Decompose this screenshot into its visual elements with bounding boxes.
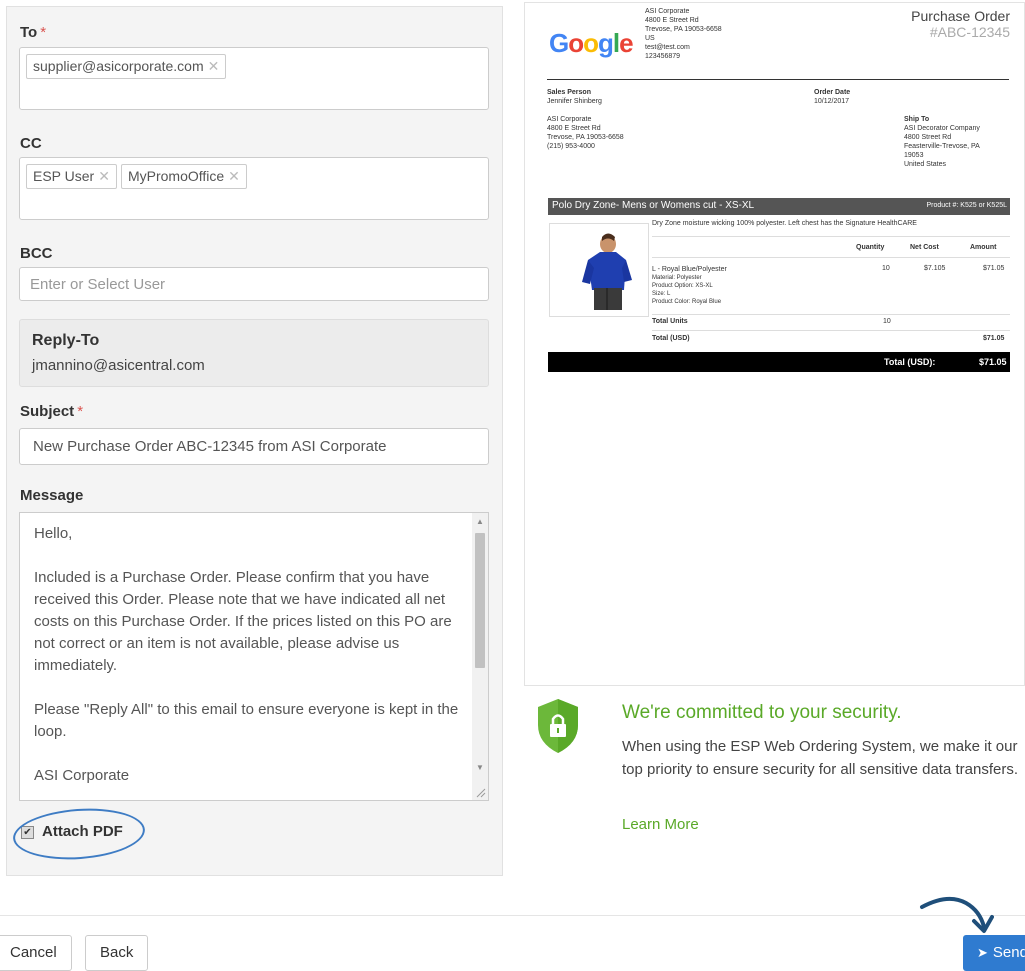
footer-divider bbox=[0, 915, 1025, 916]
po-number: #ABC-12345 bbox=[929, 24, 1010, 40]
to-recipient-tag[interactable]: supplier@asicorporate.com ✕ bbox=[26, 54, 227, 79]
col-quantity: Quantity bbox=[856, 244, 885, 251]
cc-recipient-tag[interactable]: ESP User ✕ bbox=[26, 164, 117, 189]
cc-label: CC bbox=[20, 135, 42, 152]
bill-from-address: ASI Corporate 4800 E Street Rd Trevose, … bbox=[547, 116, 624, 150]
product-photo bbox=[549, 223, 649, 317]
cc-input[interactable]: ESP User ✕ MyPromoOffice ✕ bbox=[19, 157, 489, 220]
line-item: L - Royal Blue/Polyester Material: Polye… bbox=[652, 266, 727, 305]
grand-total-value: $71.05 bbox=[979, 357, 1007, 367]
divider bbox=[652, 330, 1010, 331]
grand-total-bar: Total (USD): $71.05 bbox=[548, 352, 1010, 372]
cc-recipient-tag[interactable]: MyPromoOffice ✕ bbox=[120, 164, 247, 189]
to-label: To * bbox=[20, 24, 47, 41]
total-usd-label: Total (USD) bbox=[652, 335, 690, 342]
col-amount: Amount bbox=[970, 244, 997, 251]
resize-grip-icon[interactable] bbox=[474, 786, 486, 798]
polo-shirt-image bbox=[550, 224, 648, 316]
ship-to-address: Ship To ASI Decorator Company 4800 Stree… bbox=[904, 116, 980, 168]
message-scrollbar[interactable]: ▲ ▼ bbox=[472, 513, 488, 800]
item-net-cost: $7.105 bbox=[924, 265, 946, 272]
product-description: Dry Zone moisture wicking 100% polyester… bbox=[652, 220, 917, 227]
po-title: Purchase Order bbox=[911, 8, 1010, 24]
po-heading: Purchase Order #ABC-12345 bbox=[911, 8, 1010, 40]
item-amount: $71.05 bbox=[983, 265, 1005, 272]
message-textarea[interactable]: Hello, Included is a Purchase Order. Ple… bbox=[19, 512, 489, 801]
scroll-up-icon[interactable]: ▲ bbox=[476, 517, 484, 527]
required-marker: * bbox=[40, 24, 47, 41]
purchase-order-preview: Google ASI Corporate 4800 E Street Rd Tr… bbox=[524, 2, 1025, 686]
bcc-label: BCC bbox=[20, 245, 53, 262]
company-address: ASI Corporate 4800 E Street Rd Trevose, … bbox=[645, 8, 722, 60]
divider bbox=[652, 236, 1010, 237]
total-units-label: Total Units bbox=[652, 318, 688, 325]
order-date-block: Order Date 10/12/2017 bbox=[814, 89, 851, 105]
reply-to-value: jmannino@asicentral.com bbox=[32, 357, 205, 374]
item-quantity: 10 bbox=[882, 265, 890, 272]
bcc-placeholder: Enter or Select User bbox=[30, 276, 166, 293]
learn-more-link[interactable]: Learn More bbox=[622, 816, 699, 833]
product-header-bar: Polo Dry Zone- Mens or Womens cut - XS-X… bbox=[548, 198, 1010, 215]
divider bbox=[547, 79, 1009, 80]
remove-tag-icon[interactable]: ✕ bbox=[208, 58, 220, 74]
security-shield-icon bbox=[538, 699, 578, 753]
message-body: Hello, Included is a Purchase Order. Ple… bbox=[34, 523, 464, 800]
email-form-panel: To * supplier@asicorporate.com ✕ CC ESP Us… bbox=[6, 6, 503, 876]
message-paragraph: ASI Corporate bbox=[34, 767, 130, 784]
to-input[interactable]: supplier@asicorporate.com ✕ bbox=[19, 47, 489, 110]
scroll-down-icon[interactable]: ▼ bbox=[476, 763, 484, 773]
divider bbox=[652, 257, 1010, 258]
security-text: When using the ESP Web Ordering System, … bbox=[622, 738, 1019, 778]
product-title: Polo Dry Zone- Mens or Womens cut - XS-X… bbox=[552, 200, 755, 211]
scrollbar-thumb[interactable] bbox=[475, 533, 485, 668]
send-label: Send bbox=[992, 944, 1025, 961]
company-logo: Google bbox=[549, 28, 634, 58]
security-title: We're committed to your security. bbox=[622, 702, 902, 723]
total-usd-value: $71.05 bbox=[983, 335, 1005, 342]
subject-value: New Purchase Order ABC-12345 from ASI Co… bbox=[33, 438, 387, 455]
annotation-circle bbox=[11, 804, 147, 864]
required-marker: * bbox=[77, 403, 84, 420]
remove-tag-icon[interactable]: ✕ bbox=[228, 168, 240, 184]
send-paper-plane-icon: ➤ bbox=[977, 945, 988, 960]
reply-to-box: Reply-To jmannino@asicentral.com bbox=[19, 319, 489, 387]
subject-input[interactable]: New Purchase Order ABC-12345 from ASI Co… bbox=[19, 428, 489, 465]
message-label: Message bbox=[20, 487, 84, 504]
sales-person-block: Sales Person Jennifer Shinberg bbox=[547, 89, 602, 105]
message-paragraph: Please "Reply All" to this email to ensu… bbox=[34, 701, 459, 740]
remove-tag-icon[interactable]: ✕ bbox=[98, 168, 110, 184]
col-net-cost: Net Cost bbox=[910, 244, 939, 251]
message-paragraph: Included is a Purchase Order. Please con… bbox=[34, 569, 452, 674]
send-button[interactable]: ➤ Send bbox=[963, 935, 1025, 971]
reply-to-label: Reply-To bbox=[32, 332, 100, 349]
divider bbox=[652, 314, 1010, 315]
subject-label: Subject * bbox=[20, 403, 84, 420]
bcc-input[interactable]: Enter or Select User bbox=[19, 267, 489, 301]
grand-total-label: Total (USD): bbox=[884, 357, 936, 367]
total-units-value: 10 bbox=[883, 318, 891, 325]
cancel-button[interactable]: Cancel bbox=[0, 935, 72, 971]
product-number: Product #: K525 or K525L bbox=[926, 202, 1007, 209]
annotation-arrow bbox=[920, 896, 994, 933]
back-button[interactable]: Back bbox=[85, 935, 149, 971]
message-paragraph: Hello, bbox=[34, 525, 73, 542]
